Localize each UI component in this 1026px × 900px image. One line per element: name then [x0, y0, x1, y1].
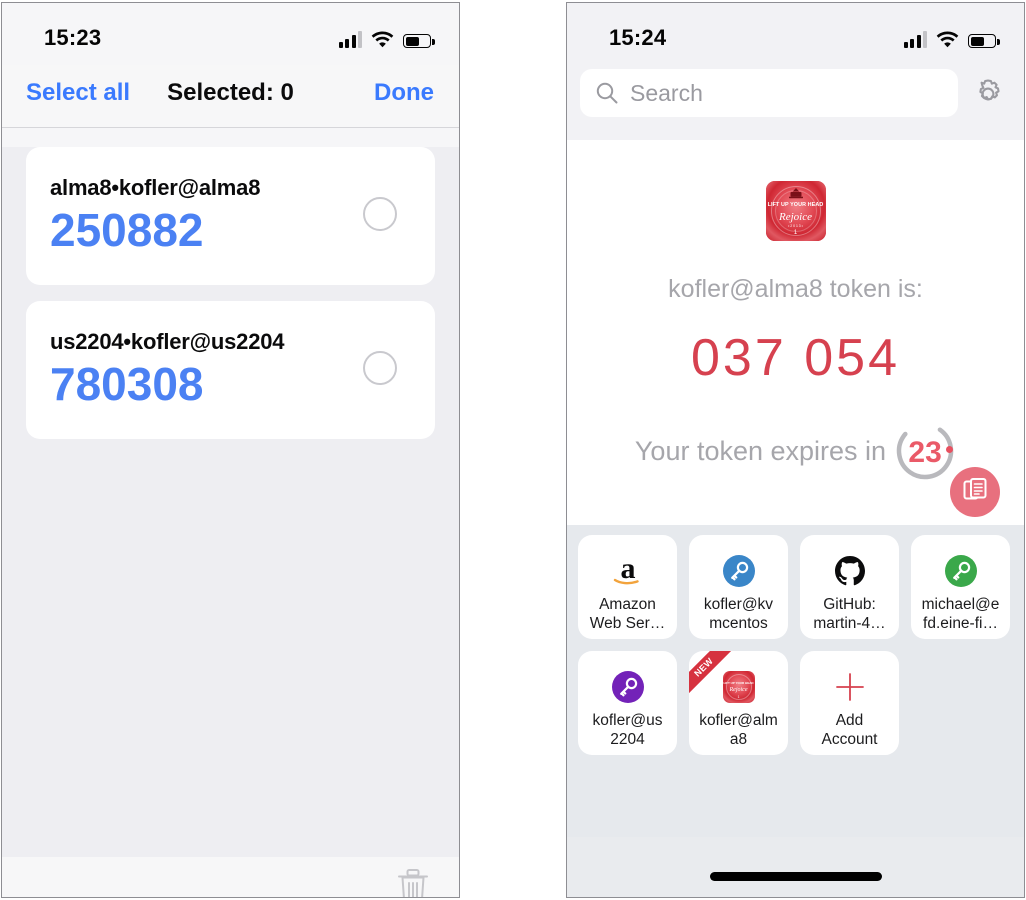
right-home-area [567, 837, 1024, 897]
account-tile-label: kofler@kv mcentos [703, 596, 774, 632]
search-input[interactable]: Search [580, 69, 958, 117]
home-indicator[interactable] [709, 872, 882, 881]
left-status-bar: 15:23 [2, 3, 459, 65]
account-grid-row: kofler@us 2204 NEW LIFT UP YOUR HEAD Rejo… [578, 651, 1013, 755]
right-phone-screen: 15:24 Search LIFT UP YOUR HEAD Rejoice •… [566, 2, 1025, 898]
rejoice-logo-icon: LIFT UP YOUR HEAD Rejoice 1 [689, 667, 788, 707]
left-phone-screen: 15:23 Select all Selected: 0 Done alma8•… [1, 2, 460, 898]
token-card-select-circle[interactable] [363, 197, 397, 231]
account-tile-alma8[interactable]: NEW LIFT UP YOUR HEAD Rejoice 1 kofler@a… [689, 651, 788, 755]
logo-line-1: LIFT UP YOUR HEAD [767, 202, 824, 208]
token-card-label: us2204•kofler@us2204 [50, 329, 285, 354]
search-placeholder: Search [630, 80, 703, 106]
account-logo: LIFT UP YOUR HEAD Rejoice • 2 0 1 3 • 1 [765, 181, 826, 241]
copy-icon [962, 477, 988, 508]
account-tile-label: kofler@us 2204 [592, 712, 663, 748]
token-expiry-label: Your token expires in [634, 435, 887, 466]
account-tile-einefi[interactable]: michael@e fd.eine-fi… [911, 535, 1010, 639]
token-card-code: 780308 [50, 358, 204, 410]
selection-toolbar: Select all Selected: 0 Done [2, 65, 459, 128]
wifi-icon [371, 31, 394, 48]
account-tile-kvmcentos[interactable]: kofler@kv mcentos [689, 535, 788, 639]
battery-icon [968, 34, 1000, 48]
token-list: alma8•kofler@alma8 250882 us2204•kofler@… [2, 147, 459, 857]
plus-icon [800, 667, 899, 707]
account-tile-amazon[interactable]: a Amazon Web Ser… [578, 535, 677, 639]
token-value[interactable]: 037 054 [567, 328, 1024, 388]
logo-line-4: 1 [793, 230, 798, 236]
wifi-icon [936, 31, 959, 48]
account-tile-label: kofler@alm a8 [699, 712, 778, 748]
token-expiry-row: Your token expires in 23 [567, 420, 1024, 482]
account-tile-label: GitHub: martin-4… [813, 596, 886, 632]
battery-icon [403, 34, 435, 48]
token-card[interactable]: alma8•kofler@alma8 250882 [26, 147, 435, 285]
key-icon [578, 667, 677, 707]
status-bar-icons [903, 26, 1000, 48]
token-card-label: alma8•kofler@alma8 [50, 175, 261, 200]
cellular-bars-icon [903, 31, 927, 48]
countdown-timer: 23 [894, 420, 956, 482]
github-icon [800, 551, 899, 591]
account-grid-row: a Amazon Web Ser… kofler@kv mcentos GitH… [578, 535, 1013, 639]
token-detail-panel: LIFT UP YOUR HEAD Rejoice • 2 0 1 3 • 1 … [567, 140, 1024, 525]
search-icon [596, 82, 618, 109]
right-status-bar: 15:24 [567, 3, 1024, 65]
add-account-tile[interactable]: Add Account [800, 651, 899, 755]
crest-icon [786, 186, 806, 199]
trash-icon[interactable] [393, 867, 433, 897]
account-grid: a Amazon Web Ser… kofler@kv mcentos GitH… [567, 525, 1024, 837]
token-card-select-circle[interactable] [363, 351, 397, 385]
status-bar-time: 15:23 [44, 25, 102, 50]
left-bottom-toolbar [2, 857, 459, 897]
search-bar-row: Search [567, 65, 1024, 140]
key-icon [911, 551, 1010, 591]
svg-text:a: a [620, 554, 635, 585]
copy-token-button[interactable] [950, 467, 1000, 517]
countdown-seconds: 23 [908, 436, 942, 469]
done-button[interactable]: Done [374, 79, 434, 107]
logo-line-2: Rejoice [779, 211, 812, 223]
token-card[interactable]: us2204•kofler@us2204 780308 [26, 301, 435, 439]
cellular-bars-icon [338, 31, 362, 48]
token-owner-label: kofler@alma8 token is: [668, 275, 923, 303]
account-tile-github[interactable]: GitHub: martin-4… [800, 535, 899, 639]
amazon-icon: a [578, 551, 677, 591]
token-card-code: 250882 [50, 204, 204, 256]
logo-line-3: • 2 0 1 3 • [788, 224, 803, 228]
status-bar-time: 15:24 [609, 25, 667, 50]
gear-icon[interactable] [968, 74, 1008, 114]
account-tile-us2204[interactable]: kofler@us 2204 [578, 651, 677, 755]
key-icon [689, 551, 788, 591]
status-bar-icons [338, 26, 435, 48]
screenshot-root: 15:23 Select all Selected: 0 Done alma8•… [0, 0, 1026, 900]
add-account-label: Add Account [821, 712, 878, 748]
account-tile-label: michael@e fd.eine-fi… [921, 596, 1000, 632]
account-tile-label: Amazon Web Ser… [589, 596, 666, 632]
